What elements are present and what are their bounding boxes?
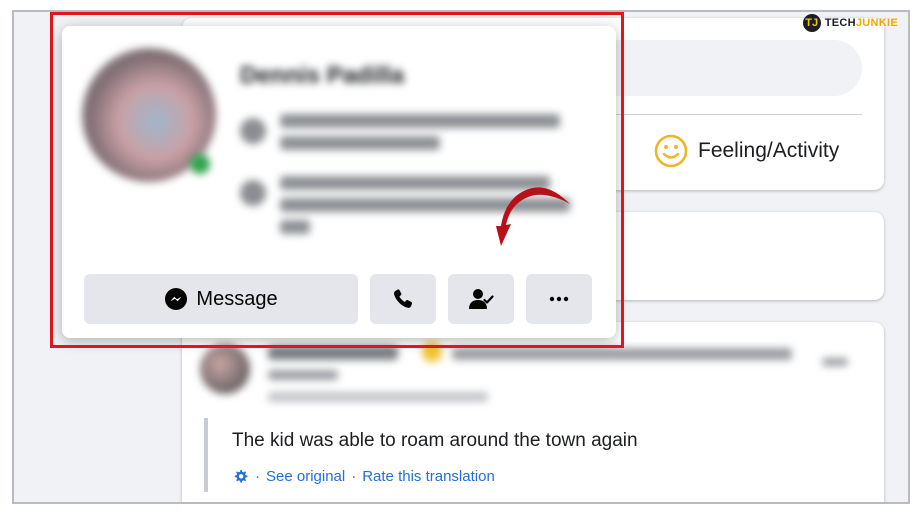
phone-icon bbox=[393, 289, 413, 308]
post-feeling-text bbox=[452, 348, 792, 360]
post-timestamp[interactable] bbox=[268, 392, 488, 402]
post-author-avatar[interactable] bbox=[200, 344, 250, 394]
post-author-name-line2 bbox=[268, 370, 338, 380]
post-author-name[interactable] bbox=[268, 346, 398, 360]
post-card: The kid was able to roam around the town… bbox=[182, 322, 884, 502]
rate-translation-link[interactable]: Rate this translation bbox=[362, 468, 495, 485]
friends-button[interactable] bbox=[448, 274, 514, 324]
feeling-emoji-icon bbox=[422, 342, 442, 362]
message-label: Message bbox=[196, 287, 278, 310]
logo-prefix: TECH bbox=[824, 17, 856, 29]
see-original-link[interactable]: See original bbox=[266, 468, 345, 485]
mutual-friends-text bbox=[280, 114, 560, 128]
link-separator: · bbox=[255, 468, 260, 485]
pointer-arrow-icon bbox=[496, 187, 570, 246]
message-button[interactable]: Message bbox=[84, 274, 358, 324]
smiley-icon bbox=[654, 134, 688, 168]
call-button[interactable] bbox=[370, 274, 436, 324]
link-separator: · bbox=[351, 468, 357, 485]
post-options-icon[interactable] bbox=[822, 358, 848, 366]
gear-icon[interactable] bbox=[232, 468, 249, 485]
hover-card-actions: Message bbox=[84, 274, 592, 324]
friends-check-icon bbox=[469, 289, 494, 309]
online-status-dot bbox=[190, 154, 210, 174]
feeling-activity-button[interactable]: Feeling/Activity bbox=[654, 134, 839, 168]
mutual-friends-row bbox=[240, 114, 560, 150]
translated-post-text: The kid was able to roam around the town… bbox=[232, 430, 638, 451]
more-icon bbox=[549, 296, 569, 302]
feeling-activity-label: Feeling/Activity bbox=[698, 139, 840, 162]
briefcase-icon bbox=[240, 180, 266, 206]
profile-name[interactable]: Dennis Padilla bbox=[240, 62, 404, 90]
translation-links: · See original · Rate this translation bbox=[232, 468, 495, 485]
friends-icon bbox=[240, 118, 266, 144]
messenger-icon bbox=[165, 288, 188, 310]
logo-suffix: JUNKIE bbox=[855, 17, 898, 29]
screenshot-frame: TJ TECHJUNKIE Feeling/Activity The kid w… bbox=[12, 10, 910, 504]
translation-quote-bar bbox=[204, 418, 208, 492]
techjunkie-logo: TJ TECHJUNKIE bbox=[802, 14, 898, 32]
logo-text: TECHJUNKIE bbox=[825, 17, 898, 29]
logo-mark: TJ bbox=[802, 14, 821, 32]
more-options-button[interactable] bbox=[526, 274, 592, 324]
